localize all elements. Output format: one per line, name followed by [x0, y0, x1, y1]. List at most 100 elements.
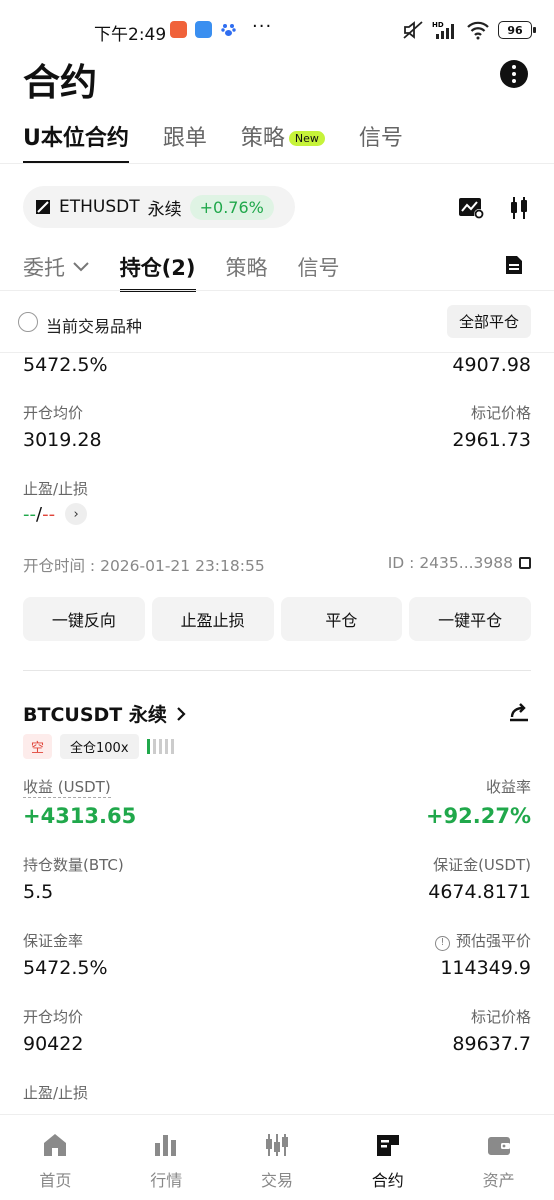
- position-row: 90422 89637.7: [23, 1033, 531, 1061]
- nav-assets[interactable]: 资产: [443, 1115, 554, 1200]
- position-tags: 空 全仓100x: [23, 733, 531, 759]
- position-symbol-link[interactable]: BTCUSDT 永续: [23, 700, 187, 727]
- chevron-right-icon: [177, 706, 186, 721]
- bottom-nav: 首页 行情 交易 合约 资产: [0, 1114, 554, 1200]
- chevron-down-icon: [72, 262, 89, 272]
- position-row: +4313.65 +92.27%: [23, 804, 531, 836]
- divider: [0, 163, 554, 164]
- entry-price-value: 3019.28: [23, 429, 102, 451]
- document-icon[interactable]: [504, 254, 524, 276]
- entry-price-value: 90422: [23, 1033, 84, 1055]
- page-title: 合约: [23, 61, 97, 104]
- tab-label: 信号: [297, 256, 340, 280]
- pnl-label[interactable]: 收益 (USDT): [23, 776, 111, 798]
- position-row: 3019.28 2961.73: [23, 429, 531, 457]
- current-symbol-radio[interactable]: [18, 312, 38, 332]
- nav-label: 首页: [39, 1171, 72, 1190]
- nav-label: 合约: [371, 1171, 404, 1190]
- share-icon[interactable]: [507, 700, 531, 724]
- tab-signal[interactable]: 信号: [359, 120, 403, 164]
- status-more-dots: ···: [252, 16, 273, 37]
- mark-price-label: 标记价格: [470, 404, 531, 422]
- position-symbol: BTCUSDT 永续: [23, 704, 167, 726]
- copy-icon[interactable]: [519, 557, 531, 569]
- tab-strategy[interactable]: 策略 New: [241, 120, 325, 164]
- divider: [23, 670, 531, 671]
- position-row: 开仓均价 标记价格: [23, 1006, 531, 1030]
- leverage-bars: [146, 738, 174, 754]
- liq-price-label[interactable]: ! 预估强平价: [434, 930, 531, 951]
- entry-price-label: 开仓均价: [23, 404, 84, 422]
- roe-label: 收益率: [485, 778, 531, 796]
- trade-icon: [265, 1134, 288, 1156]
- svg-text:HD: HD: [432, 21, 444, 29]
- top-tabs: U本位合约 跟单 策略 New 信号: [23, 120, 403, 164]
- more-options-button[interactable]: [500, 60, 528, 88]
- tpsl-value[interactable]: --/-- ›: [23, 503, 88, 525]
- tab-label: U本位合约: [23, 126, 129, 151]
- tab-copy-trading[interactable]: 跟单: [163, 120, 207, 164]
- size-value: 5.5: [23, 881, 54, 903]
- close-all-button[interactable]: 全部平仓: [446, 305, 531, 338]
- chart-icon[interactable]: [458, 195, 484, 221]
- mute-icon: [403, 21, 423, 39]
- status-app-icons: [170, 21, 237, 38]
- nav-trade[interactable]: 交易: [222, 1115, 333, 1200]
- quick-close-button[interactable]: 一键平仓: [409, 597, 531, 641]
- tab-sub-strategy[interactable]: 策略: [226, 252, 268, 292]
- position-row: 止盈/止损: [23, 478, 531, 502]
- reverse-button[interactable]: 一键反向: [23, 597, 145, 641]
- position-row: 收益 (USDT) 收益率: [23, 776, 531, 800]
- close-button[interactable]: 平仓: [280, 597, 403, 641]
- pair-selector[interactable]: ETHUSDT 永续 +0.76%: [23, 186, 295, 228]
- margin-mode-tag[interactable]: 全仓100x: [60, 733, 139, 759]
- position-row: 止盈/止损: [23, 1082, 531, 1106]
- tab-label: 信号: [358, 126, 403, 151]
- dot-icon: [512, 72, 516, 76]
- tab-orders[interactable]: 委托: [23, 252, 90, 292]
- mark-price-value: 89637.7: [452, 1033, 531, 1055]
- margin-value: 4674.8171: [428, 881, 531, 903]
- liq-price-value: 4907.98: [452, 354, 531, 376]
- dot-icon: [512, 79, 516, 83]
- nav-label: 行情: [150, 1171, 183, 1190]
- nav-label: 资产: [482, 1171, 515, 1190]
- tab-positions[interactable]: 持仓(2): [119, 252, 196, 292]
- wifi-icon: [467, 21, 489, 40]
- status-right: HD 96: [402, 20, 536, 40]
- app-notification-icon: [195, 21, 212, 38]
- dot-icon: [512, 65, 516, 69]
- market-icon: [155, 1135, 177, 1156]
- chevron-right-icon[interactable]: ›: [65, 503, 88, 525]
- position-row: 5472.5% 114349.9: [23, 957, 531, 985]
- mark-price-label: 标记价格: [470, 1008, 531, 1026]
- position-id-text: ID : 2435...3988: [387, 554, 513, 572]
- tab-sub-signal[interactable]: 信号: [298, 252, 340, 292]
- nav-futures[interactable]: 合约: [332, 1115, 443, 1200]
- position-row: 保证金率 ! 预估强平价: [23, 930, 531, 954]
- tab-usdt-futures[interactable]: U本位合约: [23, 120, 129, 164]
- margin-ratio-value: 5472.5%: [23, 354, 108, 376]
- size-label: 持仓数量(BTC): [23, 856, 124, 874]
- margin-ratio-label: 保证金率: [23, 932, 84, 950]
- positions-list[interactable]: 5472.5% 4907.98 开仓均价 标记价格 3019.28 2961.7…: [0, 352, 554, 1114]
- position-id[interactable]: ID : 2435...3988: [388, 554, 531, 572]
- nav-home[interactable]: 首页: [0, 1115, 111, 1200]
- filter-row: 当前交易品种 全部平仓: [0, 300, 554, 352]
- position-row: 持仓数量(BTC) 保证金(USDT): [23, 854, 531, 878]
- tab-label: 策略: [240, 126, 285, 151]
- pair-type: 永续: [147, 199, 182, 220]
- position-row: 开仓均价 标记价格: [23, 402, 531, 426]
- nav-market[interactable]: 行情: [111, 1115, 222, 1200]
- tab-label: 委托: [23, 256, 65, 280]
- tpsl-button[interactable]: 止盈止损: [151, 597, 274, 641]
- pair-change-badge: +0.76%: [189, 194, 274, 220]
- candlestick-icon[interactable]: [506, 195, 532, 221]
- signal-icon: HD: [432, 21, 454, 39]
- side-tag: 空: [23, 733, 53, 759]
- entry-price-label: 开仓均价: [23, 1008, 84, 1026]
- info-icon: !: [434, 936, 450, 951]
- margin-ratio-value: 5472.5%: [23, 957, 108, 979]
- pair-symbol: ETHUSDT: [59, 197, 140, 217]
- mark-price-value: 2961.73: [452, 429, 531, 451]
